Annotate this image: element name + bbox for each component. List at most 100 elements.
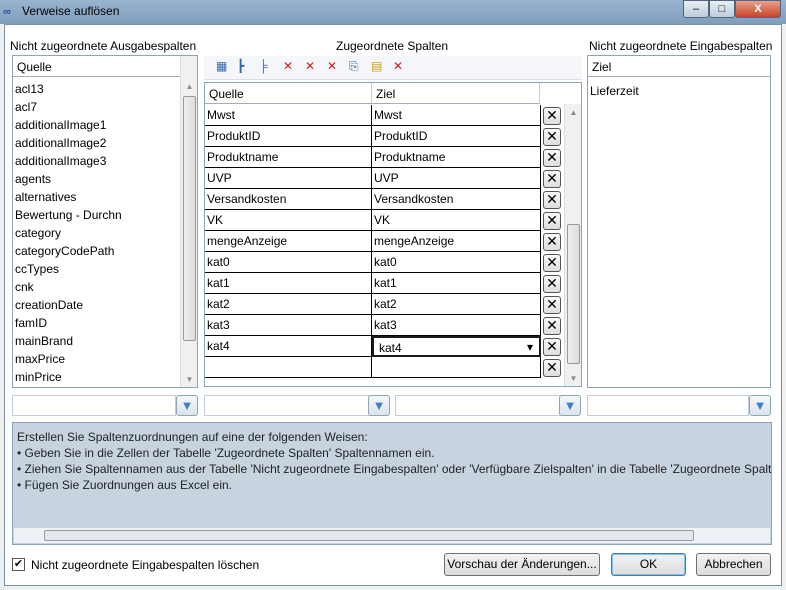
app-icon: ∞ [3, 6, 11, 18]
target-cell[interactable]: UVP [372, 168, 541, 189]
source-cell[interactable]: Versandkosten [205, 189, 372, 210]
list-item[interactable]: additionalImage1 [15, 118, 106, 136]
target-dropdown[interactable]: kat4 ▾ [372, 336, 541, 357]
clear-icon[interactable]: ✕ [393, 59, 403, 73]
delete-row-button[interactable]: ✕ [543, 170, 561, 188]
chevron-down-icon[interactable]: ▾ [527, 340, 533, 354]
target-cell[interactable]: Produktname [372, 147, 541, 168]
horizontal-scrollbar[interactable] [14, 527, 770, 543]
target-cell[interactable]: ProduktID [372, 126, 541, 147]
preview-changes-button[interactable]: Vorschau der Änderungen... [444, 553, 600, 576]
delete-row-button[interactable]: ✕ [543, 233, 561, 251]
paste-icon[interactable]: ▤ [371, 59, 382, 73]
delete-rows-icon[interactable]: ✕ [305, 59, 315, 73]
unmapped-output-list: Quelle acl13 acl7 additionalImage1 addition… [12, 55, 198, 388]
target-cell[interactable]: mengeAnzeige [372, 231, 541, 252]
filter-icon[interactable]: ▼ [559, 395, 581, 416]
instruction-line: • Ziehen Sie Spaltennamen aus der Tabell… [17, 462, 772, 476]
list-item[interactable]: Lieferzeit [590, 82, 639, 100]
target-cell[interactable] [372, 357, 541, 378]
column-header-quelle[interactable]: Quelle [13, 56, 180, 77]
cancel-button[interactable]: Abbrechen [696, 553, 771, 576]
source-cell[interactable]: kat1 [205, 273, 372, 294]
source-cell[interactable]: ProduktID [205, 126, 372, 147]
scroll-thumb[interactable] [44, 530, 694, 541]
source-cell[interactable]: kat0 [205, 252, 372, 273]
target-cell[interactable]: kat0 [372, 252, 541, 273]
instruction-line: Erstellen Sie Spaltenzuordnungen auf ein… [17, 430, 368, 444]
source-cell[interactable]: kat4 [205, 336, 372, 357]
source-cell[interactable]: mengeAnzeige [205, 231, 372, 252]
left-panel-label: Nicht zugeordnete Ausgabespalten [10, 39, 197, 53]
delete-row-button[interactable]: ✕ [543, 296, 561, 314]
ok-button[interactable]: OK [611, 553, 686, 576]
target-cell[interactable]: kat3 [372, 315, 541, 336]
source-cell[interactable] [205, 357, 372, 378]
middle-panel-label: Zugeordnete Spalten [336, 39, 449, 53]
grid-scrollbar[interactable]: ▲ ▼ [564, 104, 581, 386]
source-filter-input[interactable] [204, 395, 370, 416]
delete-row-button[interactable]: ✕ [543, 191, 561, 209]
left-scrollbar[interactable]: ▲ ▼ [180, 56, 197, 387]
list-item[interactable]: maxPrice [15, 352, 65, 370]
column-header-ziel[interactable]: Ziel [372, 83, 540, 104]
target-filter-input[interactable] [395, 395, 561, 416]
delete-row-button[interactable]: ✕ [543, 275, 561, 293]
list-item[interactable]: Bewertung - Durchn [15, 208, 122, 226]
delete-row-button[interactable]: ✕ [543, 317, 561, 335]
maximize-button[interactable]: □ [709, 0, 735, 18]
column-header-ziel[interactable]: Ziel [588, 56, 770, 77]
right-filter-input[interactable] [587, 395, 749, 416]
target-cell[interactable]: kat1 [372, 273, 541, 294]
target-cell[interactable]: Versandkosten [372, 189, 541, 210]
minimize-button[interactable]: – [683, 0, 709, 18]
delete-row-button[interactable]: ✕ [543, 107, 561, 125]
list-item[interactable]: additionalImage2 [15, 136, 106, 154]
source-cell[interactable]: Mwst [205, 105, 372, 126]
filter-icon[interactable]: ▼ [368, 395, 390, 416]
insert-rows-icon[interactable]: ╞ [259, 59, 268, 73]
delete-all-icon[interactable]: ✕ [327, 59, 337, 73]
list-item[interactable]: agents [15, 172, 51, 190]
list-item[interactable]: creationDate [15, 298, 83, 316]
delete-row-button[interactable]: ✕ [543, 359, 561, 377]
insert-row-icon[interactable]: ┣ [237, 59, 244, 73]
list-item[interactable]: alternatives [15, 190, 76, 208]
list-item[interactable]: ccTypes [15, 262, 59, 280]
instructions-panel: Erstellen Sie Spaltenzuordnungen auf ein… [12, 422, 772, 545]
scroll-thumb[interactable] [567, 224, 580, 364]
list-item[interactable]: categoryCodePath [15, 244, 114, 262]
list-item[interactable]: additionalImage3 [15, 154, 106, 172]
unmapped-input-list: Ziel Lieferzeit [587, 55, 771, 388]
source-cell[interactable]: kat3 [205, 315, 372, 336]
close-button[interactable]: X [735, 0, 781, 18]
delete-row-button[interactable]: ✕ [543, 212, 561, 230]
delete-row-button[interactable]: ✕ [543, 338, 561, 356]
source-cell[interactable]: VK [205, 210, 372, 231]
source-cell[interactable]: Produktname [205, 147, 372, 168]
filter-icon[interactable]: ▼ [749, 395, 771, 416]
source-cell[interactable]: kat2 [205, 294, 372, 315]
source-cell[interactable]: UVP [205, 168, 372, 189]
copy-icon[interactable]: ⎘ [349, 59, 359, 74]
delete-row-button[interactable]: ✕ [543, 149, 561, 167]
target-cell[interactable]: kat2 [372, 294, 541, 315]
list-item[interactable]: mainBrand [15, 334, 73, 352]
filter-icon[interactable]: ▼ [176, 395, 198, 416]
scroll-thumb[interactable] [183, 96, 196, 341]
delete-unmapped-checkbox[interactable]: ✔ [12, 558, 25, 571]
list-item[interactable]: acl13 [15, 82, 44, 100]
delete-row-icon[interactable]: ✕ [283, 59, 293, 73]
target-cell[interactable]: VK [372, 210, 541, 231]
auto-map-icon[interactable]: ▦ [216, 59, 227, 73]
target-cell[interactable]: Mwst [372, 105, 541, 126]
list-item[interactable]: famID [15, 316, 47, 334]
list-item[interactable]: category [15, 226, 61, 244]
delete-row-button[interactable]: ✕ [543, 128, 561, 146]
list-item[interactable]: acl7 [15, 100, 37, 118]
left-filter-input[interactable] [12, 395, 176, 416]
list-item[interactable]: cnk [15, 280, 34, 298]
column-header-quelle[interactable]: Quelle [205, 83, 372, 104]
list-item[interactable]: minPrice [15, 370, 62, 388]
delete-row-button[interactable]: ✕ [543, 254, 561, 272]
